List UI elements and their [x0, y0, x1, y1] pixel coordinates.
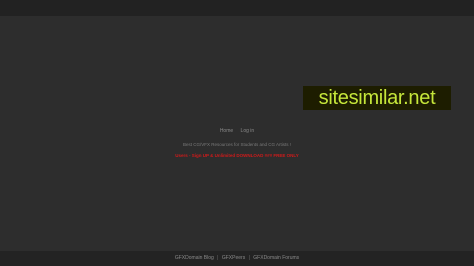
- nav-home-link[interactable]: Home: [220, 128, 233, 134]
- site-tagline: Best CG/VFX Resources for Students and C…: [182, 142, 292, 147]
- page: sitesimilar.net Home Log in Best CG/VFX …: [0, 0, 474, 266]
- footer: GFXDomain Blog | GFXPeers | GFXDomain Fo…: [0, 251, 474, 266]
- footer-link-peers[interactable]: GFXPeers: [222, 255, 245, 261]
- footer-link-blog[interactable]: GFXDomain Blog: [175, 255, 214, 261]
- footer-separator: |: [217, 255, 219, 261]
- watermark-badge: sitesimilar.net: [303, 86, 451, 110]
- main-nav: Home Log in: [0, 128, 474, 134]
- footer-separator: |: [248, 255, 250, 261]
- footer-link-forums[interactable]: GFXDomain Forums: [253, 255, 299, 261]
- top-bar: [0, 0, 474, 16]
- nav-login-link[interactable]: Log in: [241, 128, 255, 134]
- signup-alert: Users - Sign UP & Unlimited DOWNLOAD ###…: [175, 153, 299, 158]
